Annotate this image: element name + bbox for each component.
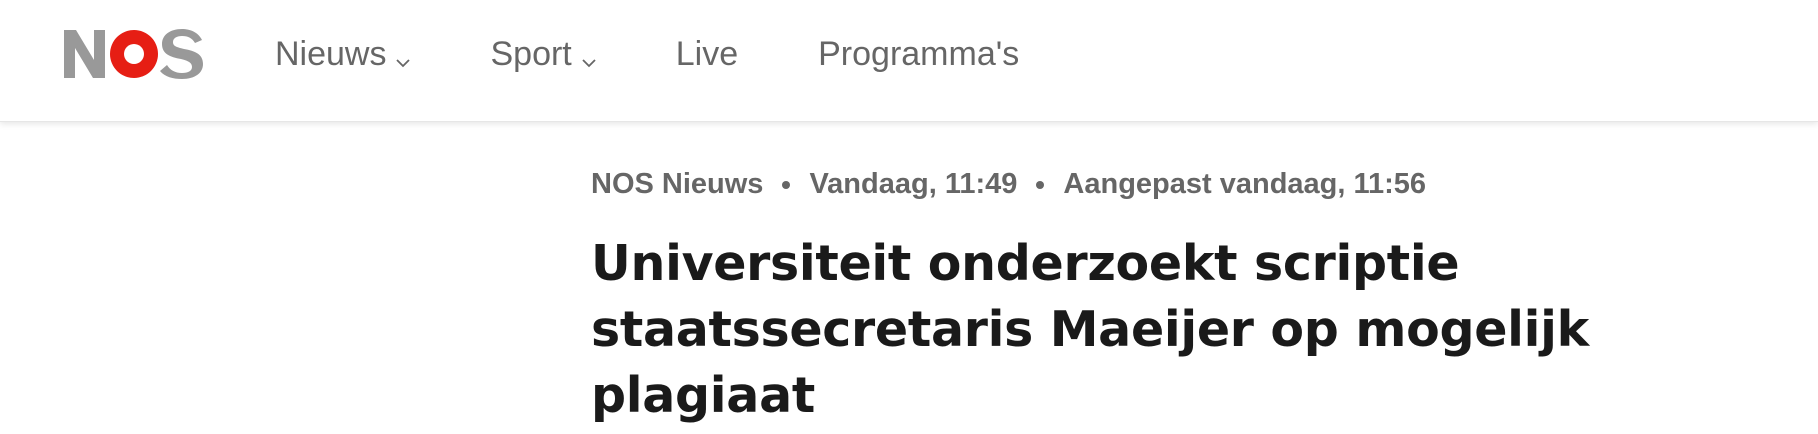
- article-header: NOS Nieuws Vandaag, 11:49 Aangepast vand…: [591, 168, 1751, 429]
- nav-item-nieuws[interactable]: Nieuws: [275, 32, 411, 77]
- nav-item-live[interactable]: Live: [676, 35, 738, 74]
- article-published-time: Vandaag, 11:49: [809, 168, 1018, 200]
- article-updated-time: Aangepast vandaag, 11:56: [1063, 168, 1427, 200]
- separator-dot: [1036, 180, 1045, 189]
- nos-logo[interactable]: [62, 24, 208, 84]
- article-headline: Universiteit onderzoekt scriptie staatss…: [591, 235, 1589, 424]
- article-source[interactable]: NOS Nieuws: [591, 168, 763, 201]
- chevron-down-icon: [582, 38, 596, 77]
- chevron-down-icon: [396, 38, 411, 77]
- nav-item-label: Live: [675, 34, 739, 73]
- nos-logo-mark: [64, 29, 203, 79]
- site-header: Nieuws Sport Live Programma's: [0, 0, 1818, 122]
- main-nav: Nieuws Sport Live Programma's: [275, 0, 1099, 108]
- separator-dot: [782, 180, 791, 189]
- nav-item-label: Programma's: [818, 34, 1020, 73]
- nav-item-label: Nieuws: [275, 34, 387, 73]
- nav-item-sport[interactable]: Sport: [490, 32, 596, 77]
- nav-item-label: Sport: [490, 34, 572, 73]
- article-meta: NOS Nieuws Vandaag, 11:49 Aangepast vand…: [591, 168, 1751, 201]
- nav-item-programmas[interactable]: Programma's: [818, 35, 1019, 74]
